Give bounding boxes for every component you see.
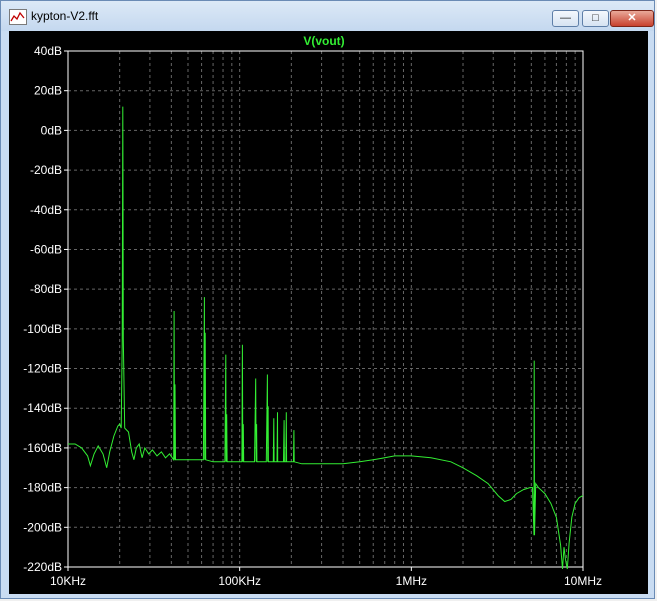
close-button[interactable]: ✕: [610, 10, 654, 27]
title-bar[interactable]: kypton-V2.fft — □ ✕: [1, 1, 654, 31]
y-tick-label: -140dB: [23, 401, 62, 415]
y-tick-label: -60dB: [30, 242, 62, 256]
window-title: kypton-V2.fft: [31, 9, 99, 23]
x-tick-label: 100KHz: [218, 574, 261, 588]
x-tick-label: 10KHz: [50, 574, 86, 588]
y-tick-label: -20dB: [30, 163, 62, 177]
maximize-button[interactable]: □: [582, 10, 609, 27]
y-tick-label: -220dB: [23, 560, 62, 574]
y-tick-label: 0dB: [41, 123, 62, 137]
y-tick-label: -100dB: [23, 322, 62, 336]
y-tick-label: 20dB: [34, 84, 62, 98]
x-tick-label: 10MHz: [564, 574, 602, 588]
y-tick-label: 40dB: [34, 44, 62, 58]
y-tick-label: -200dB: [23, 520, 62, 534]
chart-title: V(vout): [303, 34, 344, 48]
close-icon: ✕: [627, 12, 637, 24]
chart-background: [9, 31, 648, 594]
maximize-icon: □: [592, 12, 599, 24]
x-tick-label: 1MHz: [396, 574, 427, 588]
waveform-icon-glyph: [10, 11, 25, 22]
y-tick-label: -180dB: [23, 481, 62, 495]
y-tick-label: -80dB: [30, 282, 62, 296]
y-tick-label: -40dB: [30, 203, 62, 217]
y-tick-label: -160dB: [23, 441, 62, 455]
app-window: kypton-V2.fft — □ ✕ V(vout) 40dB 20dB 0dB -…: [0, 0, 655, 599]
y-tick-label: -120dB: [23, 362, 62, 376]
plot-pane: V(vout) 40dB 20dB 0dB -20dB -40dB -60dB -80dB -…: [9, 31, 648, 594]
waveform-icon: [9, 9, 27, 25]
minimize-button[interactable]: —: [552, 10, 579, 27]
minimize-icon: —: [560, 12, 571, 24]
fft-chart[interactable]: V(vout) 40dB 20dB 0dB -20dB -40dB -60dB -80dB -…: [9, 31, 648, 594]
